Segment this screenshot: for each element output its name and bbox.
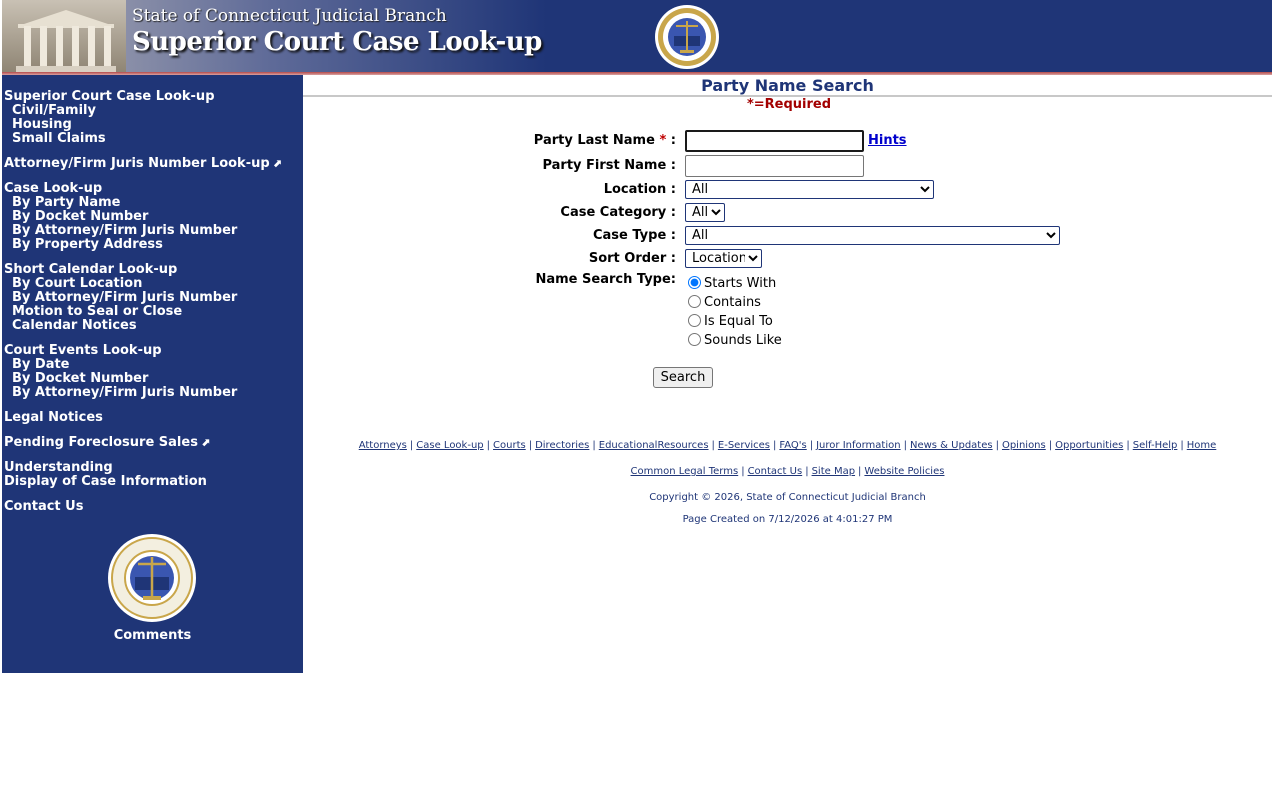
location-label: Location : <box>603 182 676 197</box>
nav-events-by-attorney-juris[interactable]: By Attorney/Firm Juris Number <box>4 386 282 400</box>
nav-by-attorney-juris[interactable]: By Attorney/Firm Juris Number <box>4 224 282 238</box>
nav-by-docket-number[interactable]: By Docket Number <box>4 210 282 224</box>
case-type-select[interactable]: All <box>685 226 1060 245</box>
nav-motion-to-seal[interactable]: Motion to Seal or Close <box>4 305 282 319</box>
footer-link-opportunities[interactable]: Opportunities <box>1055 440 1123 451</box>
nav-contact-us[interactable]: Contact Us <box>4 500 282 514</box>
state-seal-icon[interactable] <box>107 533 197 623</box>
nav-by-party-name[interactable]: By Party Name <box>4 196 282 210</box>
footer-link-courts[interactable]: Courts <box>493 440 526 451</box>
case-category-select[interactable]: All <box>685 203 725 222</box>
name-search-type-label: Name Search Type: <box>535 272 676 287</box>
nav-understanding-display[interactable]: Understanding Display of Case Information <box>4 461 282 489</box>
nav-events-by-date[interactable]: By Date <box>4 358 282 372</box>
radio-is-equal-to[interactable]: Is Equal To <box>688 314 773 329</box>
footer-links-row1: Attorneys | Case Look-up | Courts | Directorie… <box>358 440 1217 451</box>
radio-contains-input[interactable] <box>688 295 701 308</box>
last-name-label: Party Last Name * : <box>533 133 676 148</box>
footer-links-row2: Common Legal Terms | Contact Us | Site Map | W… <box>630 466 945 477</box>
radio-sounds-like-input[interactable] <box>688 333 701 346</box>
footer-link-attorneys[interactable]: Attorneys <box>359 440 407 451</box>
nav-group-understanding: Understanding Display of Case Information <box>4 461 282 489</box>
location-select[interactable]: All <box>685 180 934 199</box>
header-title: Superior Court Case Look-up <box>132 27 542 57</box>
radio-contains[interactable]: Contains <box>688 295 761 310</box>
courthouse-image <box>2 0 126 72</box>
comments-link[interactable]: Comments <box>2 628 303 643</box>
radio-is-equal-to-input[interactable] <box>688 314 701 327</box>
footer-link-opinions[interactable]: Opinions <box>1002 440 1046 451</box>
judicial-seal-icon <box>655 5 719 69</box>
footer-copyright: Copyright © 2026, State of Connecticut J… <box>649 492 926 503</box>
nav-housing[interactable]: Housing <box>4 118 282 132</box>
nav-group-legal-notices: Legal Notices <box>4 411 282 425</box>
party-last-name-input[interactable] <box>685 130 864 152</box>
radio-starts-with-input[interactable] <box>688 276 701 289</box>
footer-link-directories[interactable]: Directories <box>535 440 589 451</box>
footer-link-site-map[interactable]: Site Map <box>812 466 855 477</box>
case-category-label: Case Category : <box>560 205 676 220</box>
nav-group-case-look-up: Case Look-up By Party Name By Docket Num… <box>4 182 282 252</box>
footer-link-contact-us[interactable]: Contact Us <box>748 466 803 477</box>
first-name-label: Party First Name : <box>542 158 676 173</box>
sort-order-label: Sort Order : <box>588 251 676 266</box>
nav-short-calendar-look-up[interactable]: Short Calendar Look-up <box>4 263 282 277</box>
footer-link-educational-resources[interactable]: EducationalResources <box>599 440 709 451</box>
nav-superior-court-case-look-up[interactable]: Superior Court Case Look-up <box>4 90 282 104</box>
footer-link-common-legal-terms[interactable]: Common Legal Terms <box>631 466 739 477</box>
footer-link-news-updates[interactable]: News & Updates <box>910 440 993 451</box>
radio-starts-with[interactable]: Starts With <box>688 276 776 291</box>
nav-attorney-firm-juris-look-up[interactable]: Attorney/Firm Juris Number Look-up ⬈ <box>4 157 282 171</box>
nav-group-court-events: Court Events Look-up By Date By Docket N… <box>4 344 282 400</box>
footer-link-case-look-up[interactable]: Case Look-up <box>416 440 483 451</box>
search-button[interactable]: Search <box>653 367 713 388</box>
nav-events-by-docket[interactable]: By Docket Number <box>4 372 282 386</box>
external-link-icon: ⬈ <box>200 436 211 449</box>
footer-link-self-help[interactable]: Self-Help <box>1133 440 1178 451</box>
footer-page-created: Page Created on 7/12/2026 at 4:01:27 PM <box>682 514 893 525</box>
nav-calendar-notices[interactable]: Calendar Notices <box>4 319 282 333</box>
page-header: State of Connecticut Judicial Branch Sup… <box>2 0 1272 72</box>
nav-by-court-location[interactable]: By Court Location <box>4 277 282 291</box>
footer-link-e-services[interactable]: E-Services <box>718 440 770 451</box>
header-subtitle: State of Connecticut Judicial Branch <box>132 6 447 26</box>
nav-small-claims[interactable]: Small Claims <box>4 132 282 146</box>
footer-link-home[interactable]: Home <box>1187 440 1217 451</box>
hints-link[interactable]: Hints <box>868 133 907 148</box>
page-title: Party Name Search <box>701 76 874 95</box>
required-note: *=Required <box>746 97 832 112</box>
sort-order-select[interactable]: Location <box>685 249 762 268</box>
footer-link-faqs[interactable]: FAQ's <box>779 440 806 451</box>
nav-by-property-address[interactable]: By Property Address <box>4 238 282 252</box>
nav-case-look-up[interactable]: Case Look-up <box>4 182 282 196</box>
nav-civil-family[interactable]: Civil/Family <box>4 104 282 118</box>
nav-court-events-look-up[interactable]: Court Events Look-up <box>4 344 282 358</box>
nav-group-juris: Attorney/Firm Juris Number Look-up ⬈ <box>4 157 282 171</box>
nav-group-foreclosure: Pending Foreclosure Sales ⬈ <box>4 436 282 450</box>
radio-sounds-like[interactable]: Sounds Like <box>688 333 782 348</box>
nav-group-short-calendar: Short Calendar Look-up By Court Location… <box>4 263 282 333</box>
external-link-icon: ⬈ <box>272 157 282 170</box>
footer-link-website-policies[interactable]: Website Policies <box>864 466 944 477</box>
case-type-label: Case Type : <box>592 228 676 243</box>
nav-group-superior-court: Superior Court Case Look-up Civil/Family… <box>4 90 282 146</box>
party-first-name-input[interactable] <box>685 155 864 177</box>
nav-group-contact: Contact Us <box>4 500 282 514</box>
nav-pending-foreclosure-sales[interactable]: Pending Foreclosure Sales ⬈ <box>4 436 282 450</box>
nav-legal-notices[interactable]: Legal Notices <box>4 411 282 425</box>
footer-link-juror-information[interactable]: Juror Information <box>816 440 900 451</box>
nav-short-cal-by-attorney-juris[interactable]: By Attorney/Firm Juris Number <box>4 291 282 305</box>
sidebar-nav: Superior Court Case Look-up Civil/Family… <box>2 75 303 673</box>
